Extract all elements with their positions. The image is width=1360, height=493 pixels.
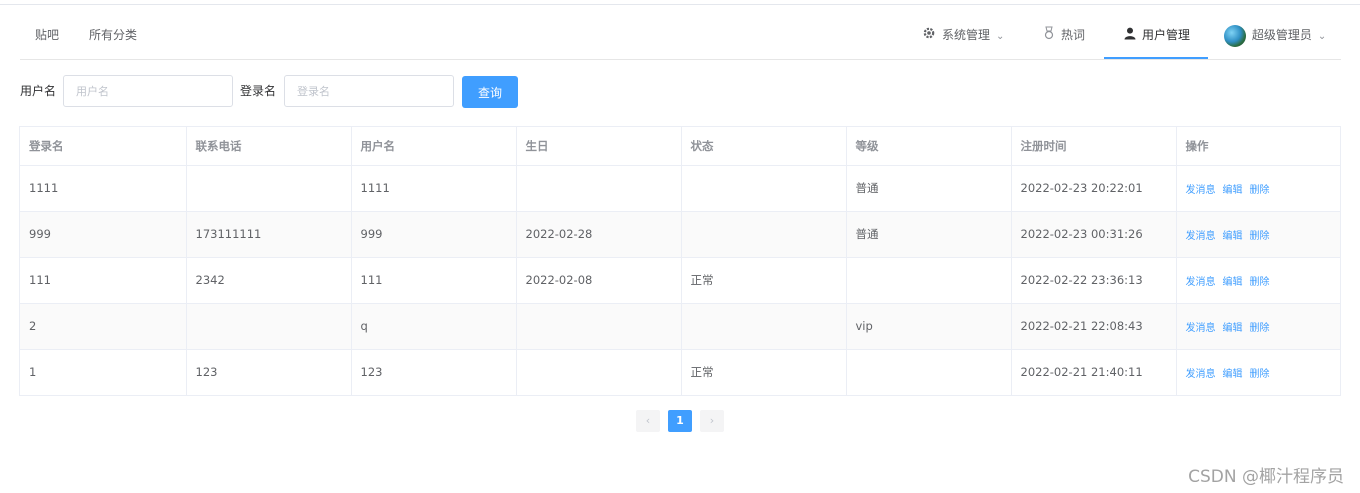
send-message-link[interactable]: 发消息 (1186, 231, 1216, 242)
nav-item-all-categories[interactable]: 所有分类 (89, 12, 137, 59)
cell-birthday (516, 303, 682, 350)
query-button[interactable]: 查询 (462, 76, 518, 108)
cell-level (846, 257, 1012, 304)
table-row: 999 173111111 999 2022-02-28 普通 2022-02-… (20, 211, 1340, 258)
top-border (0, 0, 1360, 5)
user-icon (1124, 13, 1136, 59)
column-header: 登录名 (20, 127, 187, 166)
cell-login-name: 2 (20, 303, 187, 350)
chevron-down-icon: ⌄ (996, 31, 1005, 42)
cell-username: q (351, 303, 517, 350)
cell-birthday: 2022-02-08 (516, 257, 682, 304)
cell-register-time: 2022-02-23 00:31:26 (1011, 211, 1177, 258)
gear-icon (922, 13, 936, 59)
edit-link[interactable]: 编辑 (1223, 231, 1243, 242)
cell-level: 普通 (846, 165, 1012, 212)
nav-item-tieba[interactable]: 贴吧 (35, 12, 59, 59)
delete-link[interactable]: 删除 (1250, 277, 1270, 288)
login-name-input[interactable] (284, 75, 454, 107)
cell-login-name: 111 (20, 257, 187, 304)
medal-icon (1043, 13, 1055, 59)
cell-actions: 发消息 编辑 删除 (1176, 257, 1340, 304)
table-row: 2 q vip 2022-02-21 22:08:43 发消息 编辑 删除 (20, 303, 1340, 350)
cell-birthday: 2022-02-28 (516, 211, 682, 258)
send-message-link[interactable]: 发消息 (1186, 185, 1216, 196)
cell-birthday (516, 165, 682, 212)
cell-register-time: 2022-02-21 21:40:11 (1011, 349, 1177, 395)
page-number-button[interactable]: 1 (668, 410, 692, 432)
delete-link[interactable]: 删除 (1250, 369, 1270, 380)
column-header: 操作 (1176, 127, 1340, 166)
send-message-link[interactable]: 发消息 (1186, 323, 1216, 334)
cell-register-time: 2022-02-21 22:08:43 (1011, 303, 1177, 350)
cell-actions: 发消息 编辑 删除 (1176, 349, 1340, 395)
cell-status (681, 211, 847, 258)
watermark-text: CSDN @椰汁程序员 (1188, 467, 1344, 487)
table-row: 1 123 123 正常 2022-02-21 21:40:11 发消息 编辑 删除 (20, 349, 1340, 395)
admin-dropdown[interactable]: 超级管理员 ⌄ (1224, 12, 1326, 59)
user-table: 登录名 联系电话 用户名 生日 状态 等级 注册时间 操作 1111 1111 … (19, 126, 1341, 396)
top-navbar: 贴吧 所有分类 系统管理 ⌄ 热词 用户管理 超级管理员 ⌄ (20, 12, 1341, 60)
delete-link[interactable]: 删除 (1250, 323, 1270, 334)
cell-level: 普通 (846, 211, 1012, 258)
edit-link[interactable]: 编辑 (1223, 185, 1243, 196)
cell-status (681, 303, 847, 350)
table-header-row: 登录名 联系电话 用户名 生日 状态 等级 注册时间 操作 (20, 127, 1340, 166)
cell-username: 999 (351, 211, 517, 258)
cell-login-name: 1 (20, 349, 187, 395)
cell-phone: 173111111 (186, 211, 352, 258)
nav-system-management-label: 系统管理 (942, 28, 991, 42)
nav-item-hot-words[interactable]: 热词 (1043, 12, 1085, 59)
username-label: 用户名 (20, 84, 57, 98)
cell-status: 正常 (681, 349, 847, 395)
edit-link[interactable]: 编辑 (1223, 369, 1243, 380)
prev-page-button[interactable]: ‹ (636, 410, 660, 432)
table-row: 1111 1111 普通 2022-02-23 20:22:01 发消息 编辑 删除 (20, 165, 1340, 212)
cell-actions: 发消息 编辑 删除 (1176, 211, 1340, 258)
cell-username: 1111 (351, 165, 517, 212)
admin-name: 超级管理员 (1251, 28, 1312, 42)
column-header: 等级 (846, 127, 1012, 166)
delete-link[interactable]: 删除 (1250, 185, 1270, 196)
cell-username: 111 (351, 257, 517, 304)
nav-user-management-label: 用户管理 (1142, 28, 1191, 42)
nav-hot-words-label: 热词 (1061, 28, 1086, 42)
username-input[interactable] (63, 75, 233, 107)
cell-username: 123 (351, 349, 517, 395)
column-header: 联系电话 (186, 127, 352, 166)
column-header: 注册时间 (1011, 127, 1177, 166)
cell-status: 正常 (681, 257, 847, 304)
cell-birthday (516, 349, 682, 395)
nav-item-user-management[interactable]: 用户管理 (1104, 12, 1208, 59)
cell-level (846, 349, 1012, 395)
cell-register-time: 2022-02-23 20:22:01 (1011, 165, 1177, 212)
cell-login-name: 1111 (20, 165, 187, 212)
send-message-link[interactable]: 发消息 (1186, 369, 1216, 380)
column-header: 用户名 (351, 127, 517, 166)
cell-register-time: 2022-02-22 23:36:13 (1011, 257, 1177, 304)
cell-phone: 123 (186, 349, 352, 395)
cell-phone: 2342 (186, 257, 352, 304)
cell-login-name: 999 (20, 211, 187, 258)
cell-actions: 发消息 编辑 删除 (1176, 303, 1340, 350)
cell-level: vip (846, 303, 1012, 350)
column-header: 状态 (681, 127, 847, 166)
cell-actions: 发消息 编辑 删除 (1176, 165, 1340, 212)
chevron-down-icon: ⌄ (1317, 31, 1327, 42)
cell-phone (186, 303, 352, 350)
nav-item-system-management[interactable]: 系统管理 ⌄ (922, 12, 1004, 59)
delete-link[interactable]: 删除 (1250, 231, 1270, 242)
edit-link[interactable]: 编辑 (1223, 277, 1243, 288)
cell-phone (186, 165, 352, 212)
edit-link[interactable]: 编辑 (1223, 323, 1243, 334)
cell-status (681, 165, 847, 212)
next-page-button[interactable]: › (700, 410, 724, 432)
login-name-label: 登录名 (240, 84, 277, 98)
column-header: 生日 (516, 127, 682, 166)
send-message-link[interactable]: 发消息 (1186, 277, 1216, 288)
table-row: 111 2342 111 2022-02-08 正常 2022-02-22 23… (20, 257, 1340, 304)
avatar (1224, 24, 1246, 47)
